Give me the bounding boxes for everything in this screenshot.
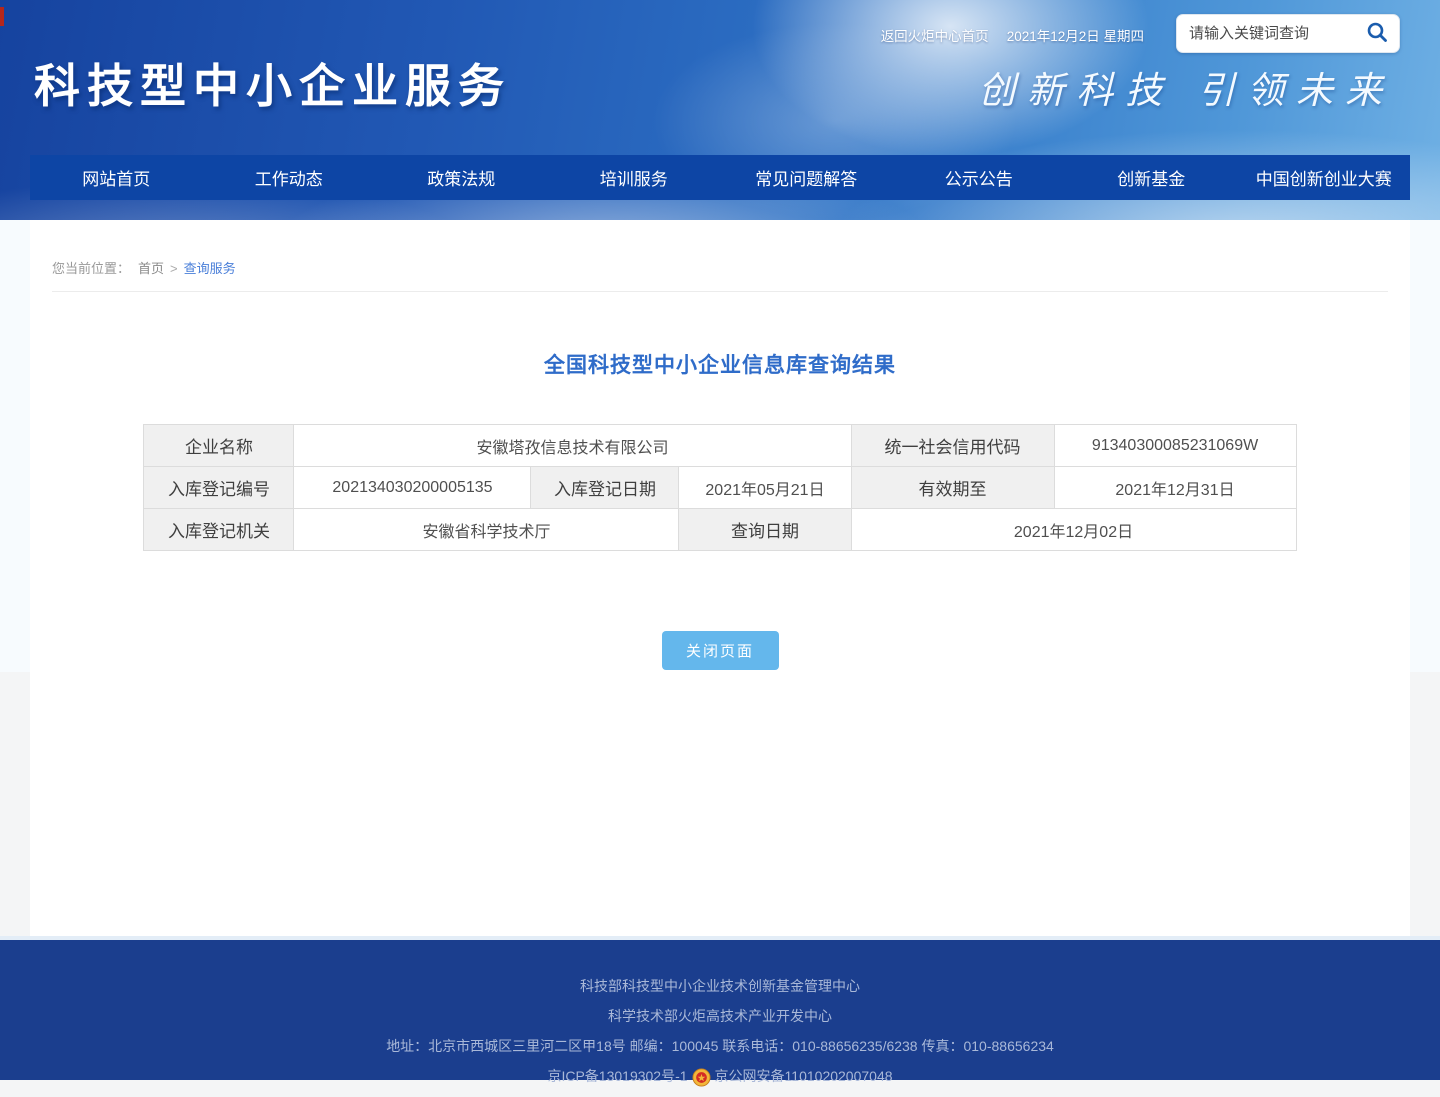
registration-authority-value: 安徽省科学技术厅 xyxy=(294,509,679,551)
table-row: 企业名称 安徽塔孜信息技术有限公司 统一社会信用代码 9134030008523… xyxy=(144,425,1296,467)
breadcrumb: 您当前位置： 首页 > 查询服务 xyxy=(52,220,1388,292)
query-date-label: 查询日期 xyxy=(679,509,851,551)
nav-item-training[interactable]: 培训服务 xyxy=(548,155,721,200)
site-logo[interactable]: 科技型中小企业服务 xyxy=(34,50,511,116)
breadcrumb-home-link[interactable]: 首页 xyxy=(138,261,164,276)
search-icon xyxy=(1365,20,1389,47)
nav-item-innovation-competition[interactable]: 中国创新创业大赛 xyxy=(1238,155,1411,200)
company-name-label: 企业名称 xyxy=(144,425,294,467)
query-date-value: 2021年12月02日 xyxy=(851,509,1296,551)
current-date-text: 2021年12月2日 星期四 xyxy=(1007,25,1144,45)
table-row: 入库登记机关 安徽省科学技术厅 查询日期 2021年12月02日 xyxy=(144,509,1296,551)
footer-legal-line: 京ICP备13019302号-1 京公网安备11010202007048 xyxy=(0,1061,1440,1091)
main-nav: 网站首页 工作动态 政策法规 培训服务 常见问题解答 公示公告 创新基金 中国创… xyxy=(30,155,1410,200)
content-panel: 您当前位置： 首页 > 查询服务 全国科技型中小企业信息库查询结果 企业名称 安徽塔孜… xyxy=(30,220,1410,936)
credit-code-label: 统一社会信用代码 xyxy=(851,425,1054,467)
nav-item-faq[interactable]: 常见问题解答 xyxy=(720,155,893,200)
registration-date-label: 入库登记日期 xyxy=(531,467,679,509)
footer-org-line-1: 科技部科技型中小企业技术创新基金管理中心 xyxy=(0,971,1440,1001)
query-result-table: 企业名称 安徽塔孜信息技术有限公司 统一社会信用代码 9134030008523… xyxy=(143,424,1296,551)
header-topbar: 返回火炬中心首页 2021年12月2日 星期四 xyxy=(881,25,1144,45)
search-button[interactable] xyxy=(1363,20,1391,48)
breadcrumb-prefix: 您当前位置： xyxy=(52,261,130,276)
registration-number-label: 入库登记编号 xyxy=(144,467,294,509)
registration-authority-label: 入库登记机关 xyxy=(144,509,294,551)
nav-item-innovation-fund[interactable]: 创新基金 xyxy=(1065,155,1238,200)
footer-contact-line: 地址：北京市西城区三里河二区甲18号 邮编：100045 联系电话：010-88… xyxy=(0,1031,1440,1061)
nav-item-work-news[interactable]: 工作动态 xyxy=(203,155,376,200)
nav-item-announcements[interactable]: 公示公告 xyxy=(893,155,1066,200)
search-input[interactable] xyxy=(1189,25,1363,42)
table-row: 入库登记编号 202134030200005135 入库登记日期 2021年05… xyxy=(144,467,1296,509)
close-page-button[interactable]: 关闭页面 xyxy=(662,631,779,670)
search-box xyxy=(1176,14,1400,53)
valid-until-label: 有效期至 xyxy=(851,467,1054,509)
nav-item-home[interactable]: 网站首页 xyxy=(30,155,203,200)
public-security-record-link[interactable]: 京公网安备11010202007048 xyxy=(715,1061,893,1091)
registration-date-value: 2021年05月21日 xyxy=(679,467,851,509)
edge-red-fragment xyxy=(0,7,4,26)
nav-item-policies[interactable]: 政策法规 xyxy=(375,155,548,200)
page-footer: 科技部科技型中小企业技术创新基金管理中心 科学技术部火炬高技术产业开发中心 地址… xyxy=(0,940,1440,1080)
registration-number-value: 202134030200005135 xyxy=(294,467,531,509)
site-slogan: 创新科技 引领未来 xyxy=(978,60,1394,114)
valid-until-value: 2021年12月31日 xyxy=(1054,467,1296,509)
breadcrumb-current-link[interactable]: 查询服务 xyxy=(184,261,236,276)
breadcrumb-separator: > xyxy=(170,261,178,276)
back-to-torch-center-link[interactable]: 返回火炬中心首页 xyxy=(881,25,989,45)
credit-code-value: 91340300085231069W xyxy=(1054,425,1296,467)
footer-org-line-2: 科学技术部火炬高技术产业开发中心 xyxy=(0,1001,1440,1031)
page-title: 全国科技型中小企业信息库查询结果 xyxy=(30,349,1410,379)
icp-license-link[interactable]: 京ICP备13019302号-1 xyxy=(547,1061,687,1091)
company-name-value: 安徽塔孜信息技术有限公司 xyxy=(294,425,851,467)
police-badge-icon[interactable] xyxy=(692,1067,711,1086)
